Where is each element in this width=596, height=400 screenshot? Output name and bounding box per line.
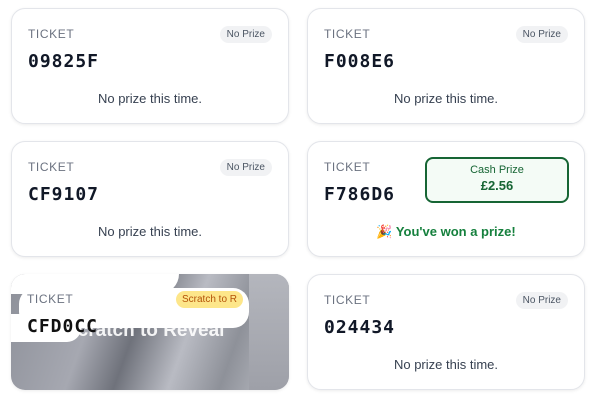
ticket-label: TICKET bbox=[27, 292, 74, 306]
ticket-code: F786D6 bbox=[324, 184, 396, 205]
ticket-code: CFD0CC bbox=[27, 316, 99, 337]
ticket-label: TICKET bbox=[324, 293, 371, 307]
status-badge: No Prize bbox=[219, 159, 272, 176]
cash-prize-label: Cash Prize bbox=[470, 164, 524, 176]
ticket-card[interactable]: TICKET 09825F No Prize No prize this tim… bbox=[11, 8, 289, 124]
ticket-label: TICKET bbox=[28, 27, 75, 41]
scratch-badge: Scratch to R bbox=[176, 291, 244, 308]
ticket-code: CF9107 bbox=[28, 184, 100, 205]
cash-prize-box: Cash Prize £2.56 bbox=[425, 157, 569, 203]
ticket-card[interactable]: TICKET 024434 No Prize No prize this tim… bbox=[307, 274, 585, 390]
result-message: No prize this time. bbox=[393, 91, 499, 106]
status-badge: No Prize bbox=[515, 26, 568, 43]
status-badge: No Prize bbox=[219, 26, 272, 43]
ticket-card-winner[interactable]: TICKET F786D6 Cash Prize £2.56 🎉 You've … bbox=[307, 141, 585, 257]
ticket-label: TICKET bbox=[324, 27, 371, 41]
ticket-card[interactable]: TICKET F008E6 No Prize No prize this tim… bbox=[307, 8, 585, 124]
scratch-cover[interactable] bbox=[249, 274, 289, 390]
ticket-label: TICKET bbox=[324, 160, 371, 174]
ticket-card[interactable]: TICKET CF9107 No Prize No prize this tim… bbox=[11, 141, 289, 257]
ticket-code: 09825F bbox=[28, 51, 100, 72]
result-message: No prize this time. bbox=[97, 224, 203, 239]
status-badge: No Prize bbox=[515, 292, 568, 309]
scratch-card[interactable]: Scratch to Reveal TICKET CFD0CC Scratch … bbox=[11, 274, 289, 390]
result-message: No prize this time. bbox=[97, 91, 203, 106]
ticket-code: F008E6 bbox=[324, 51, 396, 72]
win-message: 🎉 You've won a prize! bbox=[376, 224, 516, 239]
result-message: No prize this time. bbox=[393, 357, 499, 372]
ticket-label: TICKET bbox=[28, 160, 75, 174]
cash-prize-amount: £2.56 bbox=[480, 178, 514, 193]
ticket-code: 024434 bbox=[324, 317, 396, 338]
